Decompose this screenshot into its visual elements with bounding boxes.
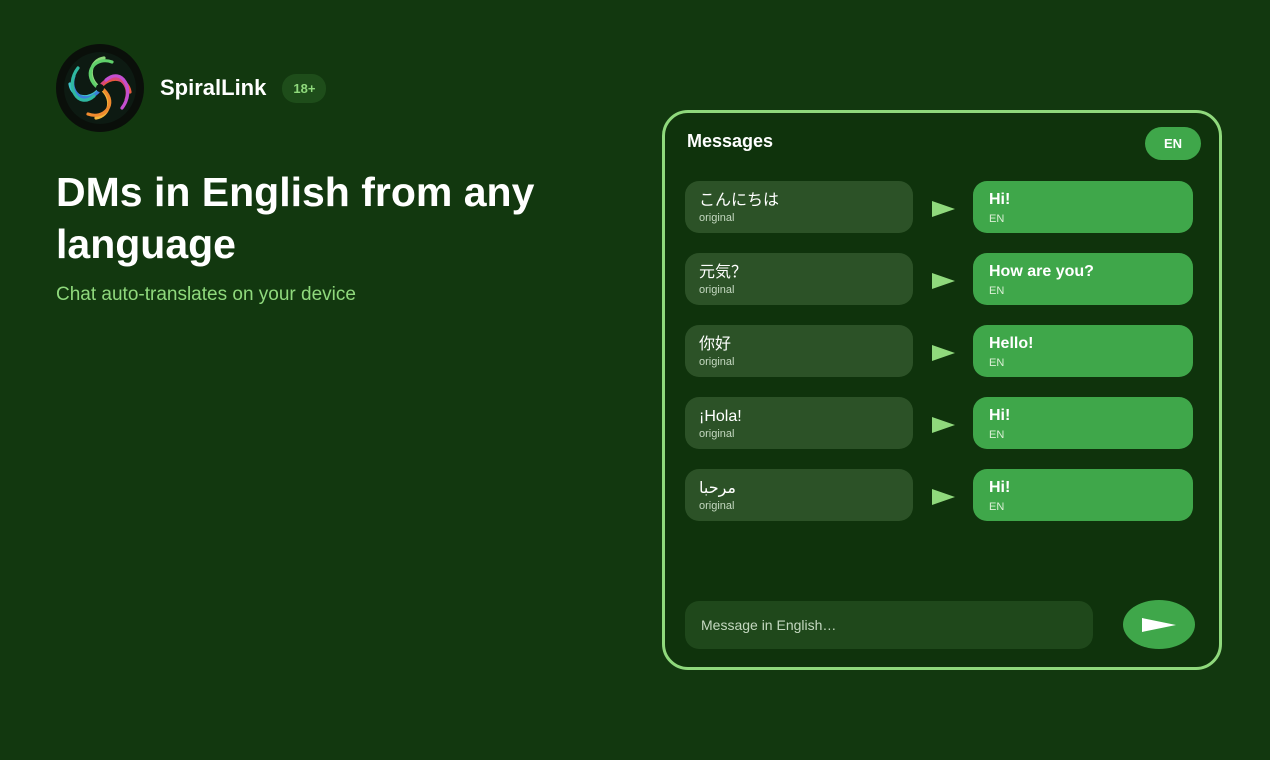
- original-label: original: [699, 356, 735, 368]
- original-message-text: こんにちは: [699, 192, 780, 209]
- send-button[interactable]: [1123, 600, 1195, 649]
- chat-title: Messages: [687, 131, 774, 151]
- message-row: ¡Hola! original Hi! EN: [685, 397, 1195, 449]
- original-label: original: [699, 500, 735, 512]
- translated-language-label: EN: [989, 213, 1005, 225]
- translated-language-label: EN: [989, 285, 1005, 297]
- translate-arrow-icon: [932, 345, 955, 361]
- original-message-bubble[interactable]: مرحبا original: [685, 469, 913, 521]
- message-input[interactable]: [685, 601, 1093, 649]
- original-message-text: ¡Hola!: [699, 408, 742, 425]
- original-message-text: 你好: [699, 336, 732, 353]
- translated-message-text: Hi!: [989, 407, 1011, 424]
- message-row: مرحبا original Hi! EN: [685, 469, 1195, 521]
- translated-message-bubble[interactable]: Hi! EN: [973, 397, 1193, 449]
- message-row: 你好 original Hello! EN: [685, 325, 1195, 377]
- message-list: こんにちは original Hi! EN 元気？ original How a…: [685, 181, 1195, 541]
- original-label: original: [699, 428, 735, 440]
- translated-message-bubble[interactable]: How are you? EN: [973, 253, 1193, 305]
- message-row: こんにちは original Hi! EN: [685, 181, 1195, 233]
- translate-arrow-icon: [932, 273, 955, 289]
- original-message-bubble[interactable]: 你好 original: [685, 325, 913, 377]
- translated-language-label: EN: [989, 429, 1005, 441]
- original-label: original: [699, 212, 735, 224]
- original-message-bubble[interactable]: ¡Hola! original: [685, 397, 913, 449]
- translated-message-text: Hi!: [989, 479, 1011, 496]
- hero-headline: DMs in English from any language: [56, 169, 535, 267]
- brand-name: SpiralLink: [160, 75, 267, 100]
- translate-arrow-icon: [932, 201, 955, 217]
- message-row: 元気？ original How are you? EN: [685, 253, 1195, 305]
- send-arrow-icon: [1142, 617, 1176, 632]
- translated-message-bubble[interactable]: Hi! EN: [973, 469, 1193, 521]
- brand-header: SpiralLink 18+: [56, 44, 327, 132]
- translated-message-text: How are you?: [989, 263, 1094, 280]
- landing-page: SpiralLink 18+ DMs in English from any l…: [0, 0, 1270, 760]
- language-toggle-button[interactable]: EN: [1145, 127, 1201, 160]
- chat-panel: Messages EN こんにちは original Hi! EN 元気？ or…: [662, 110, 1222, 670]
- translate-arrow-icon: [932, 489, 955, 505]
- hero-subhead: Chat auto-translates on your device: [56, 284, 356, 305]
- translated-message-bubble[interactable]: Hello! EN: [973, 325, 1193, 377]
- translated-message-bubble[interactable]: Hi! EN: [973, 181, 1193, 233]
- translated-message-text: Hello!: [989, 335, 1034, 352]
- translated-language-label: EN: [989, 501, 1005, 513]
- spiral-logo-icon: [56, 44, 144, 132]
- original-message-bubble[interactable]: 元気？ original: [685, 253, 913, 305]
- original-message-text: مرحبا: [699, 480, 736, 497]
- translated-language-label: EN: [989, 357, 1005, 369]
- age-rating-badge: 18+: [282, 73, 327, 103]
- translated-message-text: Hi!: [989, 191, 1011, 208]
- original-message-bubble[interactable]: こんにちは original: [685, 181, 913, 233]
- original-label: original: [699, 284, 735, 296]
- translate-arrow-icon: [932, 417, 955, 433]
- original-message-text: 元気？: [699, 264, 748, 281]
